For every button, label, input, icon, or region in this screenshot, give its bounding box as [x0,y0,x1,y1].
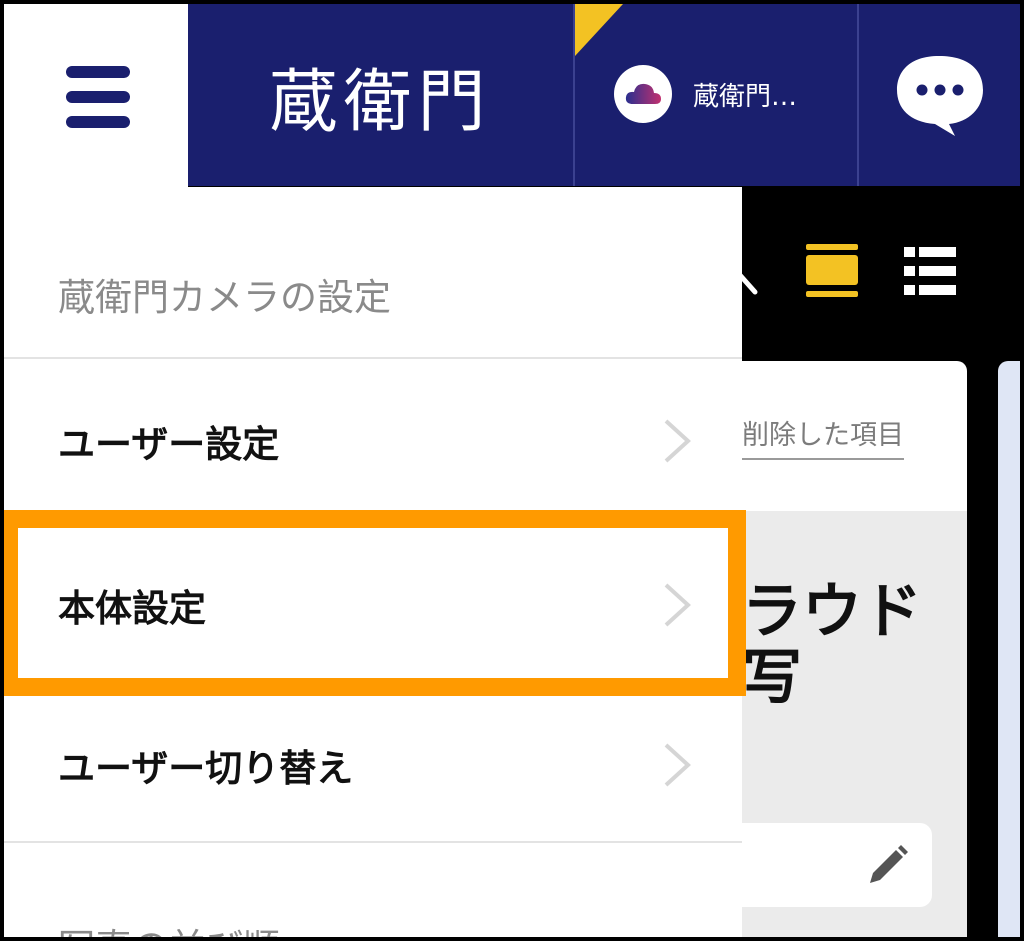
menu-item-label: ユーザー切り替え [58,747,354,790]
menu-button[interactable] [4,4,188,187]
chat-button[interactable] [859,4,1020,186]
app-logo: 蔵衛門 [269,62,492,142]
grid-view-icon[interactable] [806,244,858,298]
account-name: 蔵衛門… [693,82,798,112]
chevron-right-icon [664,583,691,627]
divider [4,841,742,843]
pencil-icon [870,845,908,883]
avatar [614,65,672,123]
settings-drawer: 蔵衛門カメラの設定 ユーザー設定 本体設定 ユーザー切り替え 写真の並び順 [4,187,742,941]
album-title: ラウド 写 [742,579,922,711]
menu-item-label: ユーザー設定 [58,423,280,466]
hamburger-icon [66,66,130,128]
menu-item-device-settings[interactable]: 本体設定 [4,523,742,687]
drawer-heading: 蔵衛門カメラの設定 [58,276,391,319]
view-toolbar [742,187,1020,357]
chat-bubble-icon [897,56,983,136]
menu-item-label: 本体設定 [58,587,206,630]
next-card-edge [998,361,1020,941]
menu-item-user-settings[interactable]: ユーザー設定 [4,359,742,523]
album-title-line2: 写 [742,643,802,713]
account-switcher[interactable]: 蔵衛門… [577,4,857,186]
sort-order-heading: 写真の並び順 [58,917,280,941]
list-view-icon[interactable] [904,247,956,295]
album-card: 削除した項目 ラウド 写 [742,361,967,941]
album-title-line1: ラウド [742,577,922,647]
menu-item-switch-user[interactable]: ユーザー切り替え [4,683,742,847]
chevron-right-icon [664,419,691,463]
cloud-avatar-icon [625,83,661,104]
deleted-items-link[interactable]: 削除した項目 [742,413,904,460]
edit-field[interactable] [742,823,932,907]
chevron-right-icon [664,743,691,787]
